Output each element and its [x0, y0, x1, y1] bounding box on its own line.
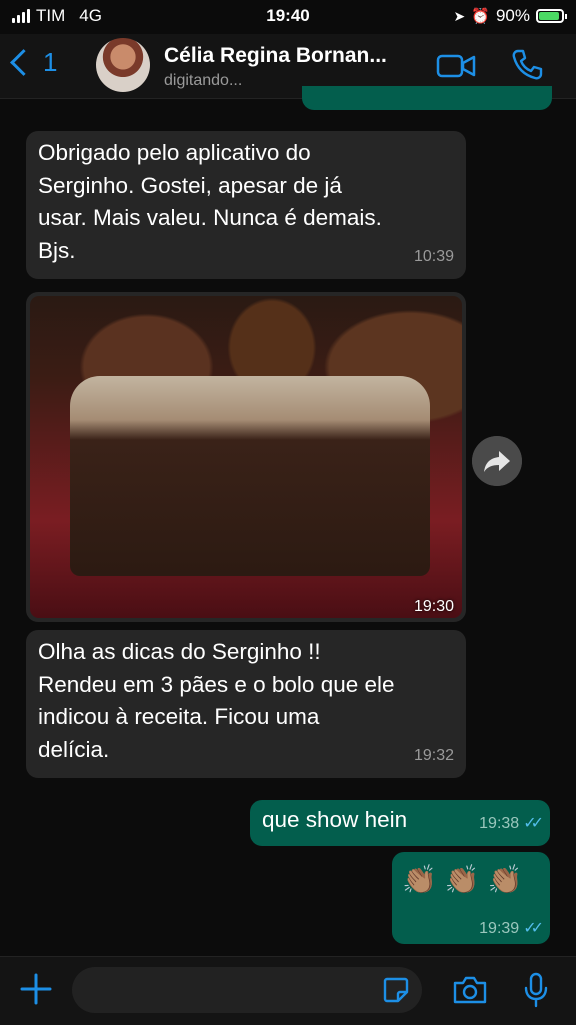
message-line: Olha as dicas do Serginho !! [38, 639, 321, 664]
message-text: que show hein [262, 807, 408, 832]
battery-percent: 90% [495, 6, 530, 25]
message-bubble-incoming[interactable]: Obrigado pelo aplicativo do Serginho. Go… [26, 131, 466, 279]
back-button[interactable]: 1 [10, 47, 58, 78]
bread-photo[interactable] [30, 296, 462, 618]
back-chevron-icon [10, 49, 37, 76]
phone-icon[interactable] [510, 48, 544, 82]
battery-icon [536, 9, 567, 23]
message-time: 19:32 [413, 746, 454, 764]
message-line: Rendeu em 3 pães e o bolo que ele [38, 671, 395, 697]
message-line: delícia. [38, 736, 110, 762]
sticker-icon[interactable] [382, 976, 410, 1004]
microphone-icon[interactable] [524, 972, 548, 1008]
message-line: Bjs. [38, 237, 76, 263]
message-line: usar. Mais valeu. Nunca é demais. [38, 205, 382, 230]
video-call-icon[interactable] [436, 51, 476, 81]
read-ticks-icon: ✓✓ [523, 814, 544, 832]
image-message[interactable]: 19:30 [26, 292, 466, 622]
battery-fill [539, 12, 559, 20]
message-meta: 19:38 ✓✓ [479, 808, 544, 841]
forward-icon[interactable] [472, 436, 522, 486]
cake-in-photo [70, 376, 430, 576]
unread-count: 1 [43, 47, 58, 77]
plus-icon[interactable] [20, 973, 52, 1005]
alarm-icon: ⏰ [471, 8, 490, 25]
previous-message-edge [302, 86, 552, 110]
message-input[interactable] [72, 967, 422, 1013]
message-emoji: 👏🏽👏🏽👏🏽 [402, 864, 531, 895]
message-line: Obrigado pelo aplicativo do [38, 140, 311, 165]
message-line: indicou à receita. Ficou uma [38, 704, 320, 729]
message-time: 19:39 [479, 920, 520, 937]
message-meta: 19:39 ✓✓ [479, 918, 544, 938]
status-bar: TIM 4G 19:40 ➤ ⏰ 90% [0, 0, 576, 34]
message-time: 19:38 [479, 814, 520, 832]
camera-icon[interactable] [452, 975, 488, 1005]
composer-bar [0, 956, 576, 1025]
message-time: 10:39 [413, 247, 454, 265]
contact-name[interactable]: Célia Regina Bornan... [164, 44, 387, 68]
message-line: Serginho. Gostei, apesar de já [38, 172, 342, 198]
message-bubble-outgoing[interactable]: 👏🏽👏🏽👏🏽 19:39 ✓✓ [392, 852, 550, 944]
location-icon: ➤ [453, 7, 466, 24]
message-bubble-incoming[interactable]: Olha as dicas do Serginho !! Rendeu em 3… [26, 630, 466, 778]
message-time: 19:30 [413, 598, 454, 615]
message-bubble-outgoing[interactable]: que show hein 19:38 ✓✓ [250, 800, 550, 846]
contact-status: digitando... [164, 72, 243, 89]
read-ticks-icon: ✓✓ [523, 920, 544, 937]
avatar[interactable] [96, 38, 150, 92]
